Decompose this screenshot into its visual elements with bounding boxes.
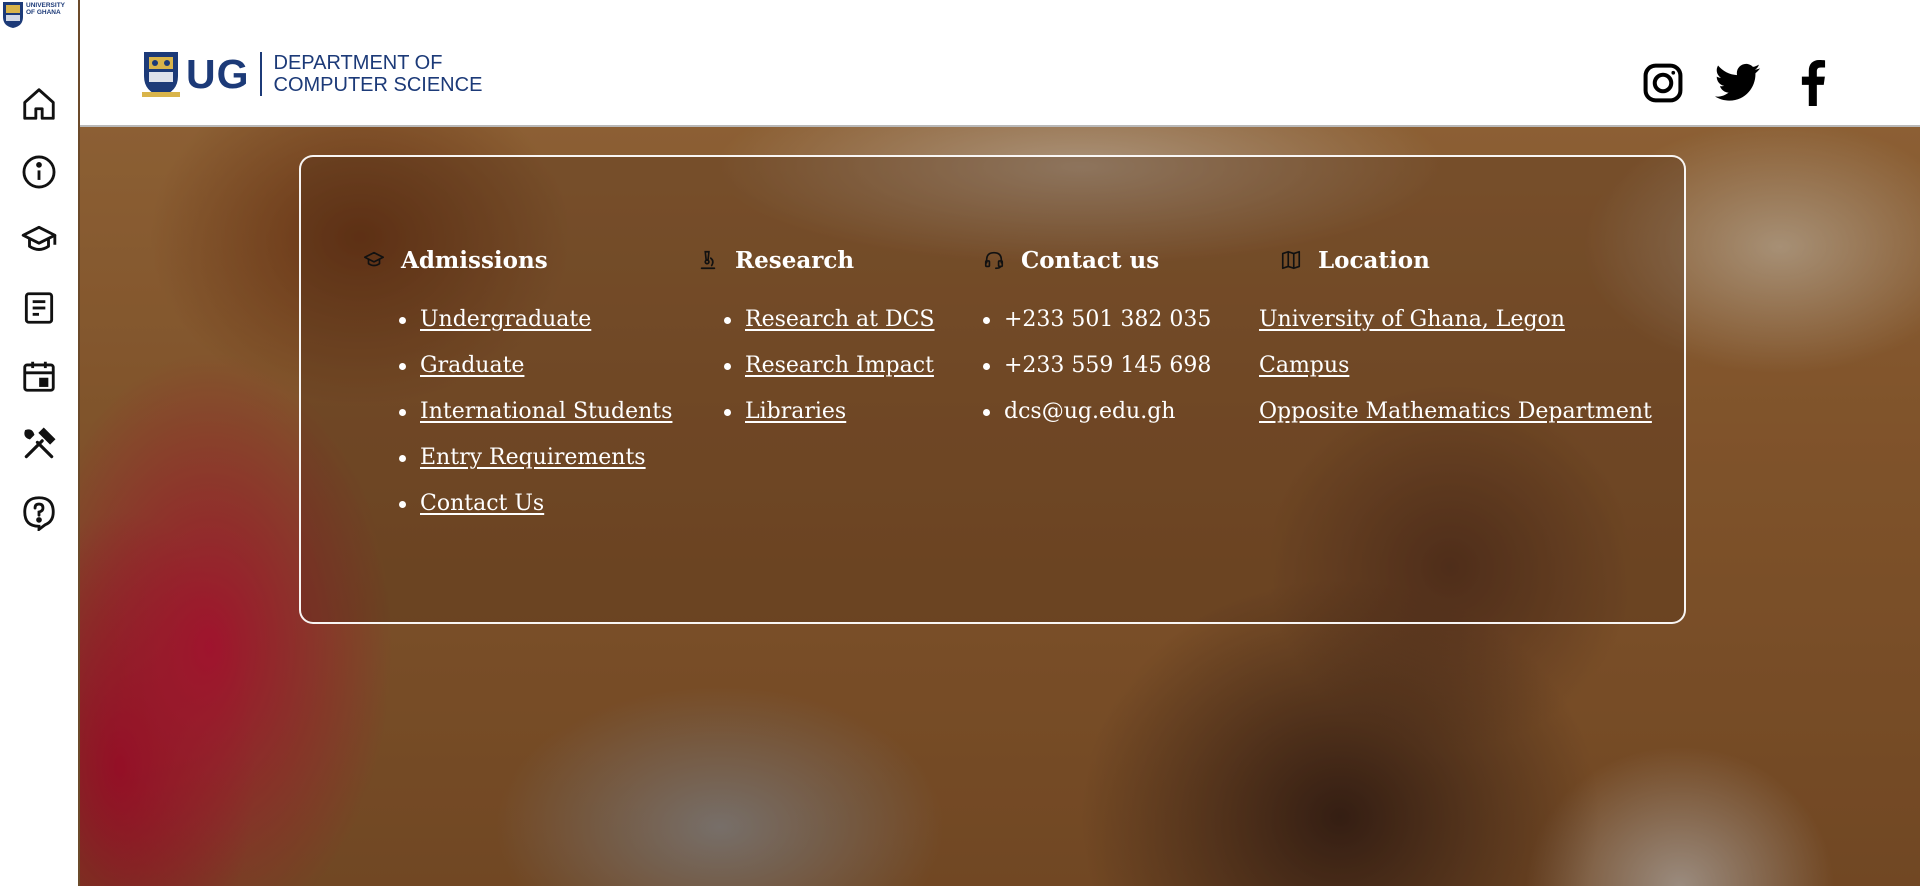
side-navigation: UNIVERSITY OF GHANA <box>0 0 80 886</box>
nav-about-button[interactable] <box>18 151 60 193</box>
facebook-icon <box>1801 60 1826 106</box>
facebook-link[interactable] <box>1788 58 1838 108</box>
bullet <box>399 363 406 370</box>
research-heading: Research <box>697 245 935 275</box>
graduation-cap-icon <box>21 225 57 251</box>
nav-services-button[interactable] <box>18 423 60 465</box>
admissions-links: Undergraduate Graduate International Stu… <box>363 305 672 535</box>
entry-requirements-link[interactable]: Entry Requirements <box>420 443 646 473</box>
list-item: dcs@ug.edu.gh <box>983 397 1211 443</box>
headset-icon <box>983 249 1005 271</box>
nav-events-button[interactable] <box>18 355 60 397</box>
location-line-3-link[interactable]: Opposite Mathematics Department <box>1259 397 1652 427</box>
list-item: +233 501 382 035 <box>983 305 1211 351</box>
nav-academics-button[interactable] <box>18 219 60 261</box>
bullet <box>983 317 990 324</box>
list-item: Opposite Mathematics Department <box>1259 397 1652 443</box>
calendar-icon <box>23 361 55 392</box>
instagram-icon <box>1643 63 1683 103</box>
bullet <box>399 501 406 508</box>
department-name-line1: DEPARTMENT OF <box>273 52 443 74</box>
admissions-heading: Admissions <box>363 245 672 275</box>
twitter-icon <box>1715 63 1761 101</box>
list-item: +233 559 145 698 <box>983 351 1211 397</box>
department-name: DEPARTMENT OF COMPUTER SCIENCE <box>274 52 483 96</box>
document-icon <box>24 292 54 324</box>
crest-icon <box>142 52 180 97</box>
university-logo[interactable]: UNIVERSITY OF GHANA <box>2 1 72 31</box>
research-links: Research at DCS Research Impact Librarie… <box>697 305 935 443</box>
location-line-1-link[interactable]: University of Ghana, Legon <box>1259 305 1565 335</box>
microscope-icon <box>697 249 719 271</box>
location-lines: University of Ghana, Legon Campus Opposi… <box>1259 305 1652 443</box>
brand-divider <box>259 52 262 96</box>
contact-title: Contact us <box>1021 246 1160 274</box>
location-title: Location <box>1318 246 1430 274</box>
map-icon <box>1280 249 1302 271</box>
nav-help-button[interactable] <box>18 491 60 533</box>
research-impact-link[interactable]: Research Impact <box>745 351 934 381</box>
contact-list: +233 501 382 035 +233 559 145 698 dcs@ug… <box>983 305 1211 443</box>
location-line-2-link[interactable]: Campus <box>1259 351 1349 381</box>
admissions-title: Admissions <box>401 246 548 274</box>
bullet <box>724 363 731 370</box>
list-item: Research Impact <box>724 351 935 397</box>
list-item: Undergraduate <box>399 305 672 351</box>
research-at-dcs-link[interactable]: Research at DCS <box>745 305 935 335</box>
site-header: UG DEPARTMENT OF COMPUTER SCIENCE <box>80 0 1920 127</box>
home-icon <box>23 88 55 120</box>
bullet <box>399 317 406 324</box>
list-item: Graduate <box>399 351 672 397</box>
graduate-link[interactable]: Graduate <box>420 351 524 381</box>
twitter-link[interactable] <box>1713 58 1763 108</box>
nav-home-button[interactable] <box>18 83 60 125</box>
contact-column: Contact us +233 501 382 035 +233 559 145… <box>983 245 1211 443</box>
phone-number-1: +233 501 382 035 <box>1004 307 1212 332</box>
libraries-link[interactable]: Libraries <box>745 397 846 427</box>
email-address: dcs@ug.edu.gh <box>1004 399 1176 424</box>
bullet <box>399 455 406 462</box>
international-students-link[interactable]: International Students <box>420 397 672 427</box>
list-item: Contact Us <box>399 489 672 535</box>
list-item: International Students <box>399 397 672 443</box>
bullet <box>724 409 731 416</box>
department-name-line2: COMPUTER SCIENCE <box>273 74 483 96</box>
list-item: University of Ghana, Legon <box>1259 305 1652 351</box>
info-panel: Admissions Undergraduate Graduate Intern… <box>299 155 1686 624</box>
brand-short: UG <box>186 50 250 97</box>
location-heading: Location <box>1280 245 1652 275</box>
nav-news-button[interactable] <box>18 287 60 329</box>
admissions-contact-us-link[interactable]: Contact Us <box>420 489 544 519</box>
list-item: Campus <box>1259 351 1652 397</box>
tools-icon <box>24 427 56 459</box>
graduation-cap-icon <box>363 249 385 271</box>
contact-heading: Contact us <box>983 245 1211 275</box>
university-logo-text: UNIVERSITY OF GHANA <box>26 2 65 16</box>
undergraduate-link[interactable]: Undergraduate <box>420 305 591 335</box>
bullet <box>399 409 406 416</box>
research-column: Research Research at DCS Research Impact… <box>697 245 935 443</box>
phone-number-2: +233 559 145 698 <box>1004 353 1212 378</box>
list-item: Entry Requirements <box>399 443 672 489</box>
admissions-column: Admissions Undergraduate Graduate Intern… <box>363 245 672 535</box>
list-item: Research at DCS <box>724 305 935 351</box>
bullet <box>983 409 990 416</box>
crest-icon <box>3 2 23 28</box>
bullet <box>983 363 990 370</box>
info-icon <box>22 155 56 189</box>
instagram-link[interactable] <box>1638 58 1688 108</box>
list-item: Libraries <box>724 397 935 443</box>
bullet <box>724 317 731 324</box>
help-circle-icon <box>23 496 55 531</box>
research-title: Research <box>735 246 855 274</box>
location-column: Location University of Ghana, Legon Camp… <box>1259 245 1652 443</box>
department-logo[interactable]: UG DEPARTMENT OF COMPUTER SCIENCE <box>142 50 482 98</box>
